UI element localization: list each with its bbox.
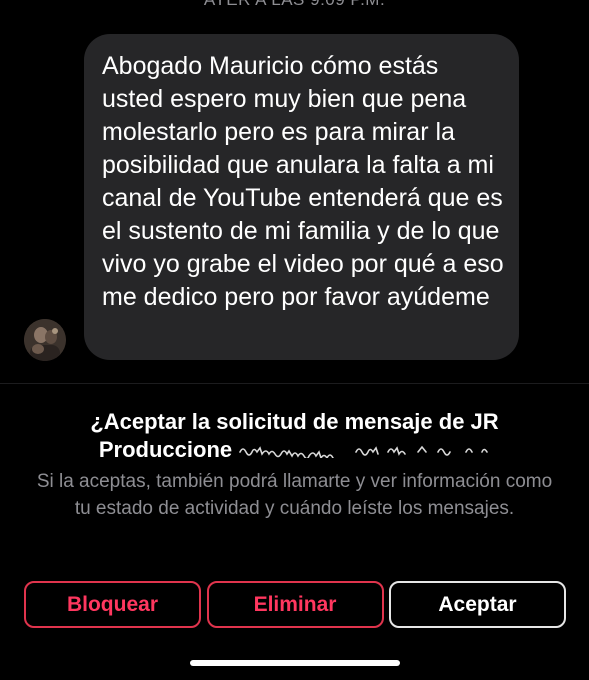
received-message-bubble[interactable]: Abogado Mauricio cómo estás usted espero…	[84, 34, 519, 360]
section-divider	[0, 383, 589, 384]
sender-avatar[interactable]	[24, 319, 66, 361]
delete-button[interactable]: Eliminar	[206, 581, 384, 628]
redacted-name-scribble	[239, 445, 488, 459]
request-description: Si la aceptas, también podrá llamarte y …	[36, 471, 553, 519]
block-button[interactable]: Bloquear	[24, 581, 201, 628]
message-request-panel: ¿Aceptar la solicitud de mensaje de JR P…	[30, 408, 559, 522]
message-text: Abogado Mauricio cómo estás usted espero…	[102, 52, 504, 311]
message-timestamp: AYER A LAS 9:09 P.M.	[0, 0, 589, 10]
accept-button[interactable]: Aceptar	[389, 581, 566, 628]
request-title: ¿Aceptar la solicitud de mensaje de JR P…	[30, 408, 559, 464]
request-actions: Bloquear Eliminar Aceptar	[24, 581, 566, 628]
home-indicator[interactable]	[190, 660, 400, 666]
